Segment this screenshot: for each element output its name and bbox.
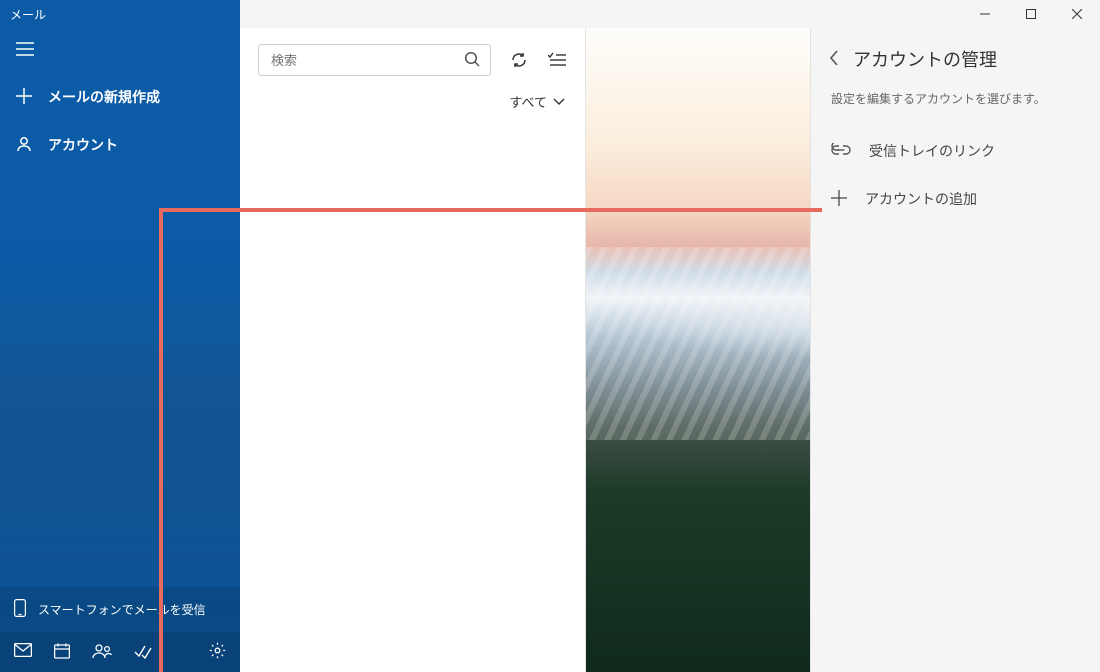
link-icon [831,143,851,160]
compose-mail-button[interactable]: メールの新規作成 [0,73,240,121]
hamburger-button[interactable] [0,28,240,73]
person-icon [16,136,32,155]
add-account-item[interactable]: アカウントの追加 [811,175,1100,223]
link-inboxes-label: 受信トレイのリンク [869,141,995,161]
accounts-nav-item[interactable]: アカウント [0,121,240,169]
add-account-label: アカウントの追加 [865,189,977,209]
link-inboxes-item[interactable]: 受信トレイのリンク [811,127,1100,175]
mail-app-window: メール メールの新規作成 アカウント [0,0,1100,672]
annotation-line-vertical [159,208,163,672]
minimize-button[interactable] [962,0,1008,28]
filter-label: すべて [509,92,547,111]
app-title: メール [0,0,240,28]
title-bar: メール [0,0,1100,28]
window-controls [240,0,1100,28]
navigation-sidebar: メールの新規作成 アカウント スマートフォンでメールを受信 [0,0,240,672]
search-box[interactable] [258,44,491,76]
settings-title: アカウントの管理 [853,46,997,72]
todo-icon[interactable] [134,643,152,662]
settings-description: 設定を編集するアカウントを選びます。 [811,80,1100,127]
mail-icon[interactable] [14,643,32,662]
search-input[interactable] [269,52,464,69]
compose-label: メールの新規作成 [48,87,160,107]
maximize-button[interactable] [1008,0,1054,28]
plus-icon [16,88,32,107]
settings-icon[interactable] [209,642,226,662]
select-mode-button[interactable] [547,52,567,68]
close-button[interactable] [1054,0,1100,28]
settings-header: アカウントの管理 [811,28,1100,80]
list-toolbar [240,28,585,86]
account-settings-panel: アカウントの管理 設定を編集するアカウントを選びます。 受信トレイのリンク アカ… [810,28,1100,672]
accounts-label: アカウント [48,135,118,155]
plus-icon [831,190,847,209]
search-icon[interactable] [464,51,480,70]
mobile-promo-item[interactable]: スマートフォンでメールを受信 [0,587,240,632]
chevron-down-icon [553,94,565,109]
mobile-promo-label: スマートフォンでメールを受信 [38,601,206,618]
sync-button[interactable] [509,51,529,69]
annotation-line-horizontal [159,208,822,212]
people-icon[interactable] [92,643,112,662]
calendar-icon[interactable] [54,643,70,662]
sidebar-spacer [0,169,240,587]
back-button[interactable] [829,50,839,69]
sidebar-bottom-bar [0,632,240,672]
filter-dropdown[interactable]: すべて [240,86,585,125]
message-list-pane: すべて [240,28,586,672]
phone-icon [14,599,26,620]
